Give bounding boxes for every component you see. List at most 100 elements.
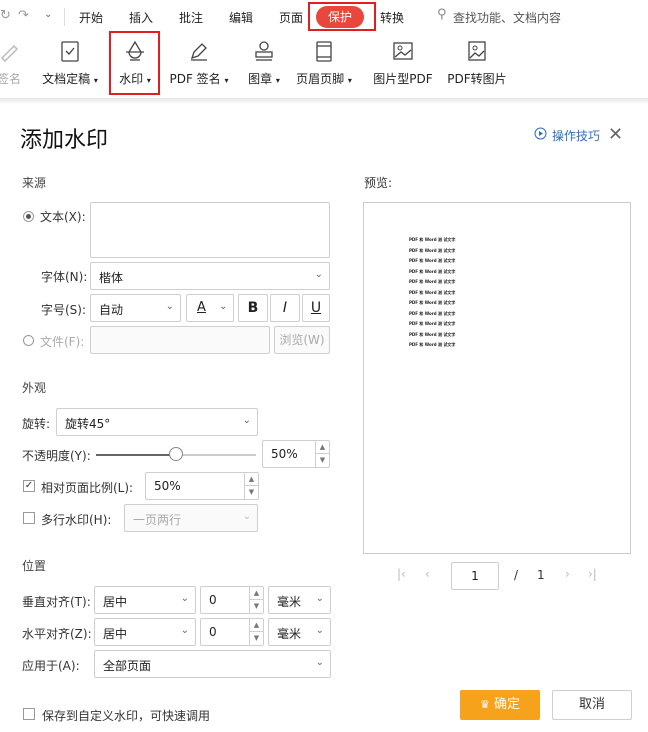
- image-pdf-button[interactable]: 图片型PDF: [372, 40, 434, 87]
- font-select[interactable]: 楷体 ⌄: [90, 262, 330, 290]
- appearance-section-title: 外观: [22, 381, 47, 395]
- size-select[interactable]: 自动 ⌄: [90, 294, 181, 322]
- multi-line-label: 多行水印(H):: [41, 513, 112, 527]
- decrement-icon[interactable]: ▼: [245, 486, 258, 499]
- menu-start[interactable]: 开始: [79, 9, 103, 26]
- menu-convert[interactable]: 转换: [380, 9, 404, 26]
- size-value: 自动: [99, 303, 124, 317]
- spinner[interactable]: ▲ ▼: [249, 587, 263, 613]
- search-input[interactable]: 查找功能、文档内容: [453, 9, 561, 26]
- text-input[interactable]: [90, 202, 330, 258]
- rotate-label: 旋转:: [22, 417, 51, 431]
- vertical-offset-stepper[interactable]: 0 ▲ ▼: [200, 586, 264, 614]
- menu-comment[interactable]: 批注: [179, 9, 203, 26]
- menu-page[interactable]: 页面: [279, 9, 303, 26]
- sign-button[interactable]: 签名: [0, 40, 24, 87]
- prev-page-icon[interactable]: ‹: [425, 567, 430, 581]
- close-icon[interactable]: ✕: [608, 124, 623, 145]
- more-dropdown-icon[interactable]: ⌄: [44, 9, 52, 20]
- stamp-icon: [253, 40, 275, 62]
- rotate-select[interactable]: 旋转45° ⌄: [56, 408, 258, 436]
- preview-watermark-line: PDF 和 Word 测 试文字: [409, 310, 456, 316]
- spinner[interactable]: ▲ ▼: [244, 473, 258, 499]
- preview-watermark-line: PDF 和 Word 测 试文字: [409, 321, 456, 326]
- file-path-input[interactable]: [90, 326, 270, 354]
- chevron-down-icon: ⌄: [242, 415, 251, 426]
- menu-edit[interactable]: 编辑: [229, 9, 253, 26]
- relative-scale-stepper[interactable]: 50% ▲ ▼: [145, 472, 259, 500]
- save-custom-label: 保存到自定义水印，可快速调用: [42, 709, 211, 723]
- header-footer-icon: [313, 40, 335, 62]
- redo-icon[interactable]: ↻: [0, 8, 11, 23]
- apply-to-select[interactable]: 全部页面 ⌄: [94, 650, 331, 678]
- vertical-align-select[interactable]: 居中 ⌄: [94, 586, 196, 614]
- vertical-unit-select[interactable]: 毫米 ⌄: [268, 586, 331, 614]
- horizontal-unit-select[interactable]: 毫米 ⌄: [268, 618, 331, 646]
- stamp-button[interactable]: 图章 ▾: [244, 40, 284, 87]
- multi-line-checkbox[interactable]: [23, 512, 35, 524]
- last-page-icon[interactable]: ›|: [588, 567, 597, 581]
- page-total: 1: [537, 568, 545, 582]
- opacity-slider-knob[interactable]: [169, 447, 183, 461]
- text-radio[interactable]: [23, 211, 34, 222]
- menu-insert[interactable]: 插入: [129, 9, 153, 26]
- bold-button[interactable]: B: [238, 294, 268, 322]
- crown-icon: ♛: [479, 698, 490, 711]
- font-color-button[interactable]: A ⌄: [186, 294, 234, 322]
- search-icon: ⚲: [437, 7, 447, 22]
- dialog-title: 添加水印: [20, 128, 109, 153]
- position-section-title: 位置: [22, 559, 47, 573]
- undo-icon[interactable]: ↷: [18, 8, 29, 23]
- page-number-input[interactable]: 1: [451, 562, 499, 590]
- chevron-down-icon: ⌄: [219, 301, 228, 312]
- multi-line-select[interactable]: 一页两行 ⌄: [124, 504, 258, 532]
- increment-icon[interactable]: ▲: [245, 473, 258, 486]
- signature-icon: [0, 40, 20, 63]
- preview-watermark-line: PDF 和 Word 测 试文字: [409, 237, 456, 242]
- pdf-to-image-button[interactable]: PDF转图片: [446, 40, 508, 87]
- decrement-icon[interactable]: ▼: [250, 632, 263, 645]
- chevron-down-icon: ⌄: [165, 301, 174, 312]
- play-circle-icon[interactable]: [534, 127, 547, 143]
- tips-link[interactable]: 操作技巧: [552, 127, 600, 144]
- image-pdf-label: 图片型PDF: [373, 72, 433, 86]
- horizontal-offset-stepper[interactable]: 0 ▲ ▼: [200, 618, 264, 646]
- save-custom-checkbox[interactable]: [23, 708, 35, 720]
- chevron-down-icon: ⌄: [315, 625, 324, 636]
- cancel-button[interactable]: 取消: [552, 690, 632, 720]
- header-footer-button[interactable]: 页眉页脚 ▾: [294, 40, 354, 87]
- chevron-down-icon: ⌄: [314, 269, 323, 280]
- opacity-label: 不透明度(Y):: [22, 449, 91, 463]
- opacity-slider-fill: [96, 454, 176, 456]
- decrement-icon[interactable]: ▼: [316, 454, 329, 467]
- file-radio[interactable]: [23, 335, 34, 346]
- spinner[interactable]: ▲ ▼: [249, 619, 263, 645]
- ok-button[interactable]: ♛ 确定: [460, 690, 540, 720]
- pen-icon: [188, 40, 210, 62]
- next-page-icon[interactable]: ›: [565, 567, 570, 581]
- decrement-icon[interactable]: ▼: [250, 600, 263, 613]
- relative-scale-checkbox[interactable]: ✓: [23, 480, 35, 492]
- first-page-icon[interactable]: |‹: [397, 567, 406, 581]
- finalize-button[interactable]: 文档定稿 ▾: [38, 40, 102, 87]
- increment-icon[interactable]: ▲: [250, 587, 263, 600]
- document-check-icon: [59, 40, 81, 62]
- spinner[interactable]: ▲ ▼: [315, 441, 329, 467]
- preview-watermark-line: PDF 和 Word 测 试文字: [409, 247, 456, 253]
- highlight-box: [308, 2, 376, 31]
- increment-icon[interactable]: ▲: [316, 441, 329, 454]
- increment-icon[interactable]: ▲: [250, 619, 263, 632]
- size-label: 字号(S):: [41, 303, 87, 317]
- stamp-label: 图章 ▾: [248, 72, 280, 86]
- underline-button[interactable]: U: [302, 294, 330, 322]
- pdf-sign-button[interactable]: PDF 签名 ▾: [168, 40, 230, 87]
- italic-button[interactable]: I: [270, 294, 300, 322]
- image-pdf-icon: [392, 40, 414, 62]
- horizontal-align-select[interactable]: 居中 ⌄: [94, 618, 196, 646]
- rotate-value: 旋转45°: [65, 417, 111, 431]
- browse-button[interactable]: 浏览(W): [274, 326, 330, 354]
- highlight-box: [109, 31, 160, 95]
- preview-watermark-line: PDF 和 Word 测 试文字: [409, 268, 456, 274]
- file-label: 文件(F):: [40, 335, 85, 349]
- opacity-stepper[interactable]: 50% ▲ ▼: [262, 440, 330, 468]
